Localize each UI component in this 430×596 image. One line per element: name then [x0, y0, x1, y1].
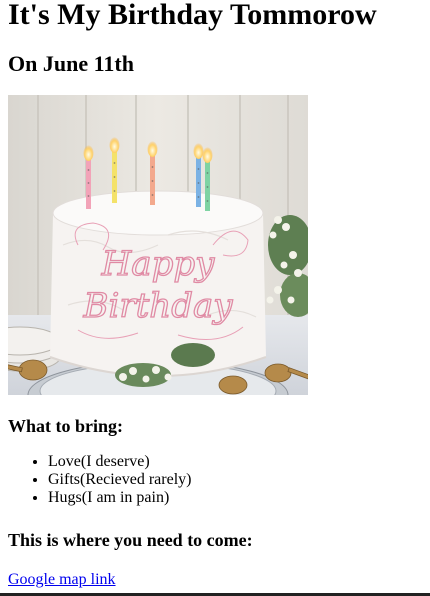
google-map-link[interactable]: Google map link [8, 571, 116, 589]
location-heading: This is where you need to come: [8, 530, 253, 550]
birthday-cake-image: Happy Birthday [8, 95, 308, 395]
page: It's My Birthday Tommorow On June 11th H… [0, 0, 430, 589]
list-item: Love(I deserve) [48, 453, 422, 471]
date-heading: On June 11th [8, 51, 134, 76]
page-title: It's My Birthday Tommorow [8, 0, 377, 31]
list-item: Gifts(Recieved rarely) [48, 471, 422, 489]
what-to-bring-heading: What to bring: [8, 416, 124, 436]
cake-script-birthday: Birthday [83, 286, 234, 326]
bring-list: Love(I deserve) Gifts(Recieved rarely) H… [8, 453, 422, 507]
cake-script-happy: Happy [101, 244, 215, 284]
list-item: Hugs(I am in pain) [48, 489, 422, 507]
